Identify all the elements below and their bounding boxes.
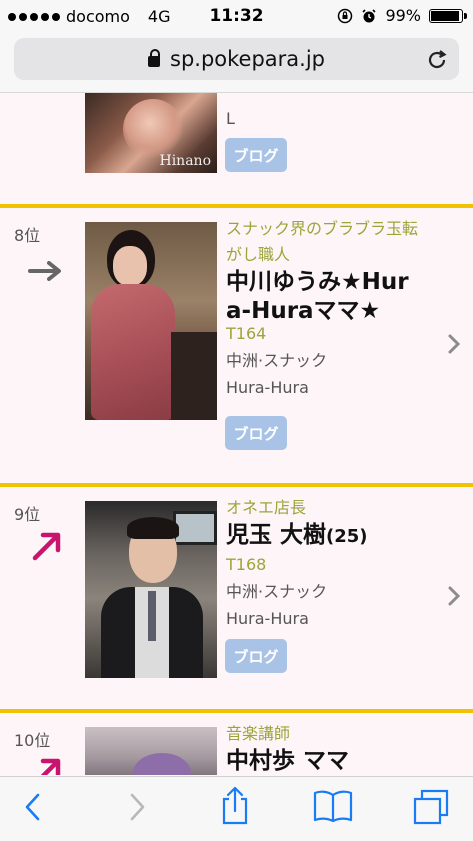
name-line: 中川ゆうみ★Hur [226, 269, 409, 295]
cast-shop: Hura-Hura [226, 378, 309, 397]
list-item[interactable]: Hinano L ブログ [0, 93, 473, 204]
name-line: 児玉 大樹 [226, 522, 327, 548]
address-bar: sp.pokepara.jp [0, 34, 473, 93]
blog-button[interactable]: ブログ [225, 416, 287, 450]
catchphrase-line: がし職人 [226, 245, 291, 264]
reload-icon[interactable] [425, 48, 449, 72]
lock-icon [148, 49, 160, 67]
cast-shop-partial: L [226, 109, 235, 128]
list-item[interactable]: 10位 音楽講師 中村歩 ママ [0, 713, 473, 775]
cast-catchphrase: オネエ店長 [226, 498, 307, 517]
battery-percent: 99% [385, 6, 421, 25]
cast-photo [85, 501, 217, 678]
back-icon[interactable] [22, 791, 44, 823]
blog-button[interactable]: ブログ [225, 639, 287, 673]
url-text: sp.pokepara.jp [170, 47, 325, 71]
rank-label: 10位 [14, 731, 51, 750]
trend-up-arrow-icon [40, 758, 61, 775]
browser-toolbar [0, 776, 473, 841]
blog-button[interactable]: ブログ [225, 138, 287, 172]
ranking-list: Hinano L ブログ 8位 スナック界のブラブラ玉転 がし職人 中川ゆうみ★… [0, 93, 473, 775]
photo-watermark: Hinano [159, 153, 212, 169]
list-item[interactable]: 9位 オネエ店長 児玉 大樹(25) T168 中洲·スナック Hura-Hur… [0, 487, 473, 709]
status-bar: docomo 4G 11:32 99% [0, 0, 473, 34]
bookmarks-icon[interactable] [312, 789, 354, 823]
tabs-icon[interactable] [412, 789, 450, 825]
orientation-lock-icon [338, 8, 353, 23]
chevron-right-icon[interactable] [447, 333, 461, 355]
url-field[interactable]: sp.pokepara.jp [14, 38, 459, 80]
battery-level [431, 10, 459, 21]
battery-icon [429, 8, 467, 23]
cast-photo [85, 727, 217, 775]
cast-age: (25) [326, 526, 368, 547]
cast-photo [85, 222, 217, 420]
cast-name[interactable]: 中川ゆうみ★Hur a-Huraママ★ [226, 268, 409, 326]
trend-same-arrow-icon [28, 261, 61, 281]
cast-name[interactable]: 中村歩 ママ [226, 747, 349, 775]
cast-catchphrase: スナック界のブラブラ玉転 がし職人 [226, 216, 418, 268]
rank-label: 9位 [14, 505, 41, 524]
cast-details: T164 中洲·スナック Hura-Hura [226, 320, 327, 401]
cast-catchphrase: 音楽講師 [226, 724, 291, 743]
cast-photo: Hinano [85, 93, 217, 173]
rank-label: 8位 [14, 226, 41, 245]
forward-icon[interactable] [126, 791, 148, 823]
cast-name[interactable]: 児玉 大樹(25) [226, 521, 368, 551]
share-icon[interactable] [219, 785, 251, 825]
chevron-right-icon[interactable] [447, 585, 461, 607]
cast-area: 中洲·スナック [226, 351, 328, 370]
cast-area: 中洲·スナック [226, 582, 328, 601]
cast-shop: Hura-Hura [226, 609, 309, 628]
cast-details: T168 中洲·スナック Hura-Hura [226, 551, 327, 632]
cast-height: T168 [226, 555, 267, 574]
trend-up-arrow-icon [32, 532, 61, 561]
catchphrase-line: スナック界のブラブラ玉転 [226, 219, 419, 238]
alarm-icon [362, 8, 377, 22]
list-item[interactable]: 8位 スナック界のブラブラ玉転 がし職人 中川ゆうみ★Hur a-Huraママ★… [0, 208, 473, 483]
cast-height: T164 [226, 324, 267, 343]
